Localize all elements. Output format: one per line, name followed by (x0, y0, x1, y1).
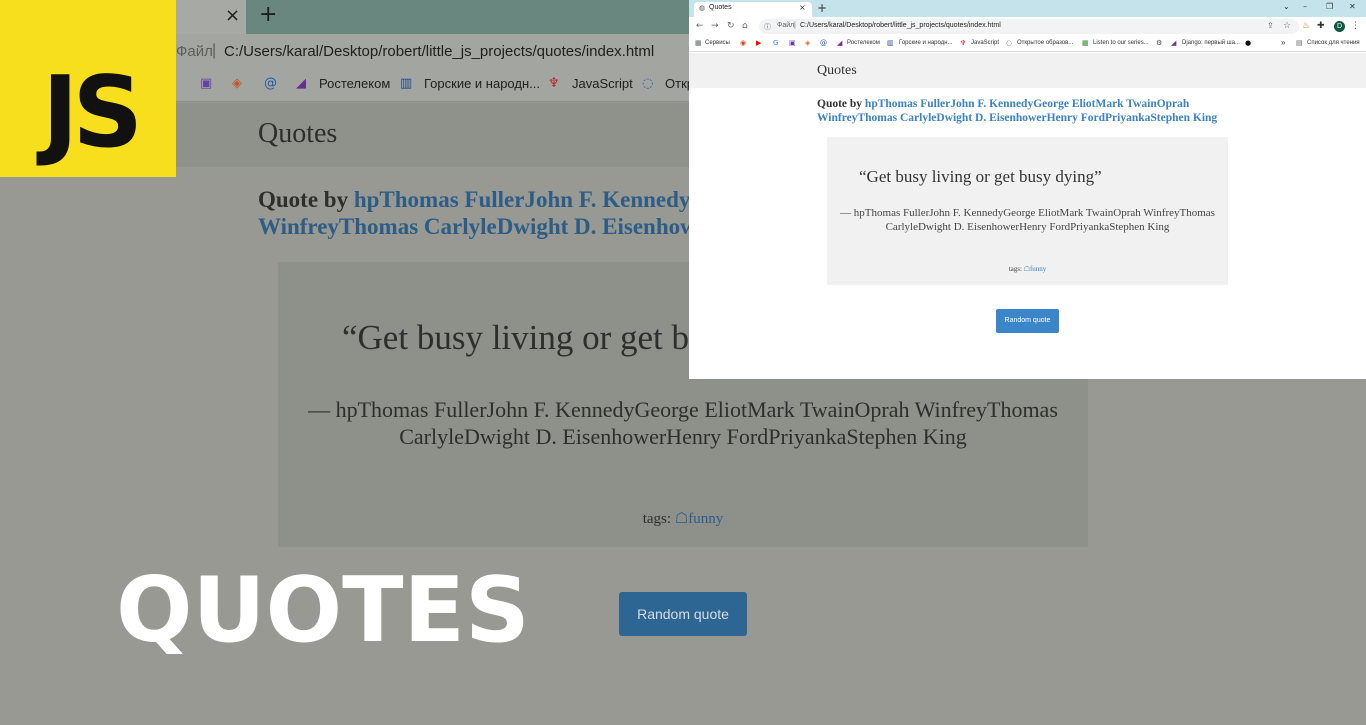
bg-javascript-icon: ♆ (548, 76, 560, 91)
more-bookmarks-icon[interactable]: » (1281, 38, 1285, 47)
bg-address-separator: | (212, 42, 217, 59)
window-close-icon[interactable]: ✕ (1349, 2, 1356, 11)
bg-page-title: Quotes (258, 118, 338, 149)
bg-bookmark-icon: ◈ (232, 76, 242, 91)
authors-link-line1[interactable]: hpThomas FullerJohn F. KennedyGeorge Eli… (865, 98, 1189, 110)
youtube-icon[interactable]: ▶ (756, 39, 761, 47)
address-separator: | (794, 22, 796, 29)
tags-label: tags: (1008, 265, 1024, 273)
settings-bookmark-icon[interactable]: ⚙ (1156, 39, 1162, 47)
random-quote-button[interactable]: Random quote (996, 309, 1059, 333)
home-icon[interactable]: ⌂ (742, 21, 748, 31)
bookmark-javascript[interactable]: JavaScript (971, 40, 999, 46)
bookmark-star-icon[interactable]: ☆ (1283, 21, 1291, 31)
browser-window: ◍ Quotes × + ⌄ – ❐ ✕ ← → ↻ ⌂ ⓘ Файл | C:… (689, 0, 1366, 379)
google-icon[interactable]: G (773, 39, 778, 47)
bg-address-prefix: Файл (176, 43, 213, 60)
bookmark-icon-2[interactable]: ◈ (805, 39, 810, 47)
page-title: Quotes (817, 63, 857, 78)
reading-list-icon: ▤ (1296, 39, 1303, 47)
share-icon[interactable]: ⇪ (1267, 21, 1274, 30)
menu-icon[interactable]: ⋮ (1351, 21, 1360, 31)
tab-close-icon[interactable]: × (799, 3, 806, 12)
tags: tags: ☖funny (839, 265, 1216, 273)
bg-new-tab-icon: + (259, 2, 278, 27)
js-logo: JS (0, 0, 176, 177)
bg-mail-icon: @ (264, 76, 277, 91)
open-edu-icon: ◌ (1006, 39, 1013, 47)
reading-list[interactable]: Список для чтения (1307, 40, 1360, 46)
rostelecom-icon: ◢ (837, 39, 843, 47)
bg-bookmark-javascript: JavaScript (572, 76, 633, 91)
info-icon[interactable]: ⓘ (764, 22, 771, 32)
quote-author: — hpThomas FullerJohn F. KennedyGeorge E… (840, 207, 1215, 233)
bookmark-icon-1[interactable]: ◉ (740, 39, 746, 47)
bookmark-gorskie[interactable]: Горские и народн... (899, 40, 953, 46)
tag-funny[interactable]: ☖funny (1024, 265, 1047, 273)
bg-tag-funny: ☖funny (674, 511, 724, 527)
extension-fire-icon[interactable]: ♨ (1302, 21, 1310, 31)
quote-text: “Get busy living or get busy dying” (859, 167, 1102, 186)
bookmark-listen[interactable]: Listen to our series... (1093, 40, 1149, 46)
bg-quote-author: — hpThomas FullerJohn F. KennedyGeorge E… (308, 397, 1058, 449)
gorskie-icon: ▥ (887, 39, 894, 47)
reload-icon[interactable]: ↻ (727, 21, 735, 31)
bg-rostelecom-icon: ◢ (296, 76, 306, 91)
bg-open-edu-icon: ◌ (642, 76, 654, 91)
new-tab-icon[interactable]: + (817, 1, 827, 15)
quote-by-label: Quote by (817, 98, 865, 110)
overlay-title: QUOTES (116, 558, 530, 663)
js-logo-text: JS (42, 56, 143, 170)
minimize-icon[interactable]: – (1303, 2, 1307, 11)
page-favicon-icon: ◍ (699, 4, 706, 12)
bg-random-quote-button: Random quote (619, 592, 747, 636)
address-prefix: Файл (777, 22, 795, 29)
django-icon: ◢ (1171, 39, 1177, 47)
bg-bookmark-rostelecom: Ростелеком (319, 76, 391, 91)
tab-search-icon[interactable]: ⌄ (1283, 2, 1290, 11)
apps-icon: ▦ (695, 39, 702, 47)
listen-icon: ▦ (1082, 39, 1089, 47)
bookmark-services[interactable]: Сервисы (705, 40, 730, 46)
quote-by: Quote by hpThomas FullerJohn F. KennedyG… (817, 97, 1247, 125)
restore-icon[interactable]: ❐ (1326, 2, 1333, 11)
bg-tags-label: tags: (642, 511, 675, 527)
address-url[interactable]: C:/Users/karal/Desktop/robert/little_js_… (800, 22, 1001, 29)
bg-twitch-icon: ▣ (200, 76, 213, 91)
bookmark-open-edu[interactable]: Открытое образов... (1017, 40, 1073, 46)
authors-link-line2[interactable]: WinfreyThomas CarlyleDwight D. Eisenhowe… (817, 112, 1217, 124)
bg-gorskie-icon: ▥ (400, 76, 413, 91)
tab-title: Quotes (709, 4, 732, 11)
mail-icon[interactable]: @ (820, 39, 827, 47)
javascript-icon: ♆ (960, 39, 967, 47)
bookmark-django[interactable]: Django: первый ша... (1182, 40, 1240, 46)
bg-address-url: C:/Users/karal/Desktop/robert/little_js_… (224, 43, 655, 60)
bg-tags: tags: ☖funny (300, 509, 1066, 528)
extensions-icon[interactable]: ✚ (1317, 21, 1325, 31)
bg-bookmark-gorskie: Горские и народн... (424, 76, 540, 91)
back-icon[interactable]: ← (696, 21, 704, 31)
bookmark-rostelecom[interactable]: Ростелеком (847, 40, 880, 46)
bg-quote-by-label: Quote by (258, 187, 354, 212)
github-icon[interactable]: ● (1245, 39, 1251, 47)
forward-icon[interactable]: → (711, 21, 719, 31)
page-header (689, 53, 1366, 88)
bg-tab-close-icon: × (225, 5, 241, 26)
twitch-icon[interactable]: ▣ (789, 39, 796, 47)
profile-avatar[interactable]: D (1334, 21, 1345, 32)
